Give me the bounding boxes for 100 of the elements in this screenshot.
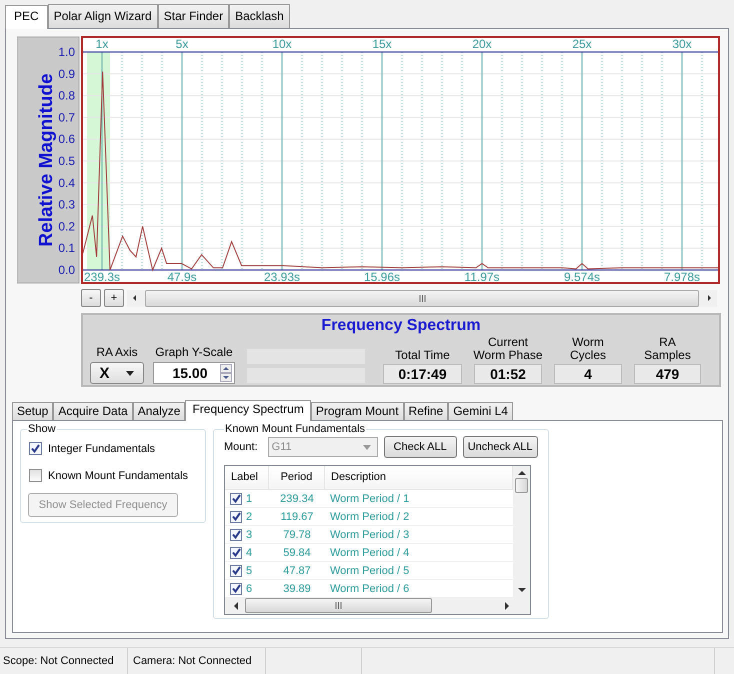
table-cell-text: 79.78 [282, 528, 312, 540]
field-label: RA Axis [96, 345, 138, 359]
check-button[interactable]: Check ALL [384, 436, 457, 458]
left-arrow-icon[interactable] [233, 602, 239, 610]
grip-icon [418, 294, 426, 302]
down-arrow-icon[interactable] [518, 588, 526, 593]
checkbox-label: Integer Fundamentals [48, 442, 156, 454]
table-cell-text: 47.87 [282, 564, 312, 576]
stat-value: 0:17:49 [383, 364, 462, 384]
tab[interactable]: Backlash [229, 4, 290, 28]
tick-label: 5x [176, 37, 188, 51]
scroll-bar[interactable] [513, 466, 530, 597]
period-label: 239.3s [84, 270, 120, 284]
table-cell-text: Worm Period / 5 [329, 564, 410, 576]
scroll-thumb[interactable] [515, 478, 528, 493]
tab[interactable]: Gemini L4 [448, 402, 513, 420]
checkbox[interactable] [29, 469, 42, 482]
tick-label: 0.6 [58, 132, 75, 146]
period-label: 47.9s [167, 270, 197, 284]
up-arrow-icon[interactable] [518, 470, 526, 475]
tab[interactable]: Analyze [132, 402, 186, 420]
tick-label: 0.3 [58, 198, 75, 212]
checkbox-label: Known Mount Fundamentals [48, 470, 188, 482]
tick-label: 0.2 [58, 219, 75, 234]
axis-dropdown[interactable]: X [90, 362, 144, 384]
left-arrow-icon[interactable] [131, 294, 139, 302]
scroll-thumb[interactable] [245, 598, 432, 613]
field-label: Mount: [224, 441, 258, 453]
period-label: 15.96s [364, 270, 400, 284]
tab[interactable]: PEC [5, 5, 48, 29]
checkbox[interactable] [230, 510, 242, 522]
scroll-bar[interactable] [225, 597, 530, 614]
tick-label: 0.1 [58, 241, 75, 256]
stat-value: 01:52 [474, 364, 542, 384]
zoom-button[interactable]: - [81, 289, 101, 307]
field-label: Graph Y-Scale [155, 345, 233, 359]
period-label: 11.97s [464, 270, 500, 284]
tick-label: 15x [372, 37, 392, 51]
grip-icon [335, 602, 342, 609]
group-title: Known Mount Fundamentals [224, 423, 366, 435]
caret-icon [126, 370, 134, 376]
tick-label: 1x [96, 37, 108, 51]
table-cell: 2 [246, 510, 252, 522]
tick-label: 25x [572, 37, 592, 51]
table-cell: 3 [246, 528, 252, 540]
tick-label: 0.7 [58, 110, 75, 124]
tick-label: 0.8 [58, 88, 75, 103]
tab[interactable]: Polar Align Wizard [48, 4, 158, 28]
tick-label: 30x [672, 37, 692, 51]
table-cell-text: Worm Period / 6 [329, 582, 410, 594]
panel-title: Frequency Spectrum [320, 316, 482, 336]
tick-label: 0.4 [58, 176, 75, 190]
table-cell-text: Worm Period / 4 [329, 546, 410, 558]
stat-label: Worm Cycles [568, 336, 607, 362]
checkbox[interactable] [29, 442, 42, 455]
table-cell: 4 [246, 546, 252, 558]
y-axis-label: Relative Magnitude [36, 73, 58, 247]
checkbox[interactable] [230, 492, 242, 504]
zoom-button[interactable]: + [104, 289, 124, 307]
stat-label: Total Time [395, 349, 450, 362]
checkbox[interactable] [230, 528, 242, 540]
group-title: Show [27, 423, 57, 435]
table-cell-text: 119.67 [280, 510, 314, 522]
table-cell-text: 59.84 [282, 546, 312, 558]
stat-label: Current Worm Phase [473, 336, 543, 362]
table-cell-text: Worm Period / 2 [329, 510, 410, 522]
table-cell-text: Worm Period / 1 [329, 492, 410, 504]
scale-spinner[interactable]: 15.00 [153, 362, 235, 384]
column-header[interactable]: Label [225, 466, 269, 489]
stat-label: RA Samples [643, 336, 692, 362]
tab[interactable]: Star Finder [158, 4, 230, 28]
tab[interactable]: Setup [12, 402, 54, 420]
table-cell-text: Worm Period / 3 [329, 528, 410, 540]
caret-icon [362, 444, 371, 450]
tick-label: 1.0 [58, 45, 75, 59]
tab[interactable]: Frequency Spectrum [185, 400, 311, 421]
spin-arrows-icon[interactable] [220, 364, 232, 382]
tab[interactable]: Program Mount [310, 402, 404, 420]
period-label: 7.978s [664, 270, 700, 284]
tab[interactable]: Refine [404, 402, 448, 420]
status-text: Camera: Not Connected [128, 648, 266, 674]
tick-label: 0.0 [58, 263, 75, 277]
table-cell-text: 39.89 [282, 582, 312, 594]
table-cell: 1 [246, 492, 252, 504]
tick-label: 0.5 [58, 154, 75, 168]
right-arrow-icon[interactable] [705, 294, 713, 302]
right-arrow-icon[interactable] [504, 602, 510, 610]
checkbox[interactable] [230, 582, 242, 594]
period-label: 9.574s [564, 270, 600, 284]
stat-value: 4 [554, 364, 622, 384]
tab[interactable]: Acquire Data [53, 402, 133, 420]
table-cell: 6 [246, 582, 252, 594]
period-label: 23.93s [264, 270, 300, 284]
tick-label: 10x [272, 37, 292, 51]
checkbox[interactable] [230, 564, 242, 576]
table-cell-text: 239.34 [279, 492, 315, 504]
check-button[interactable]: Uncheck ALL [462, 436, 538, 458]
checkbox[interactable] [230, 546, 242, 558]
table-cell: 5 [246, 564, 252, 576]
column-header[interactable]: Period [269, 466, 325, 489]
